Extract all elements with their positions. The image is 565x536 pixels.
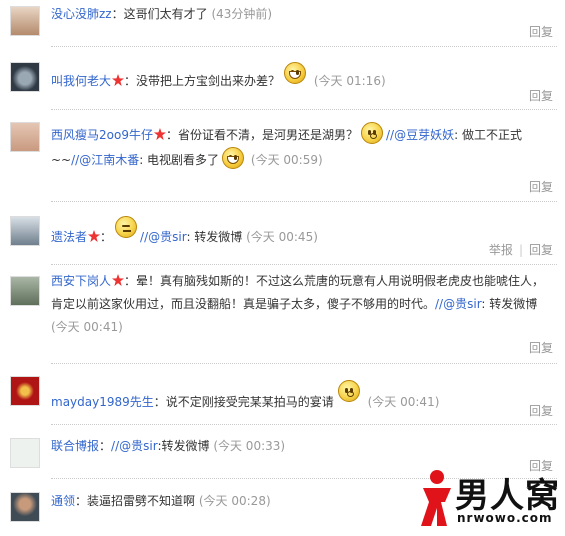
reply-button[interactable]: 回复	[529, 243, 553, 257]
username[interactable]: 通领	[51, 494, 75, 508]
username[interactable]: 西安下岗人	[51, 274, 111, 288]
divider	[51, 363, 557, 364]
avatar[interactable]	[10, 492, 40, 522]
timestamp: (今天 00:45)	[246, 230, 318, 244]
reply-button[interactable]: 回复	[529, 341, 553, 355]
username[interactable]: 叫我何老大	[51, 74, 111, 88]
logo-figure-icon	[421, 470, 451, 526]
vip-badge-icon	[112, 74, 125, 86]
mention-link[interactable]: //@豆芽妖妖	[386, 128, 454, 142]
avatar[interactable]	[10, 438, 40, 468]
timestamp: (43分钟前)	[211, 7, 273, 21]
username[interactable]: 遗法者	[51, 230, 87, 244]
vip-badge-icon	[153, 128, 166, 140]
avatar[interactable]	[10, 216, 40, 246]
report-button[interactable]: 举报	[489, 243, 513, 257]
divider	[51, 46, 557, 47]
comment-text: :转发微博	[157, 439, 210, 453]
watermark-logo: 男人窝 nrwowo.com	[417, 466, 560, 530]
timestamp: (今天 00:59)	[250, 153, 323, 167]
mention-link[interactable]: //@贵sir	[435, 297, 481, 311]
grin-emoticon-icon	[222, 147, 245, 169]
doubt-emoticon-icon	[361, 122, 383, 144]
avatar[interactable]	[10, 122, 40, 152]
avatar[interactable]	[10, 62, 40, 92]
doubt-emoticon-icon	[337, 380, 360, 402]
timestamp: (今天 00:28)	[198, 494, 271, 508]
mention-link[interactable]: //@贵sir	[140, 230, 186, 244]
avatar[interactable]	[10, 376, 40, 406]
username[interactable]: 没心没肺zz	[51, 7, 112, 21]
divider	[51, 424, 557, 425]
divider	[51, 109, 557, 110]
timestamp: (今天 00:33)	[213, 439, 286, 453]
avatar[interactable]	[10, 276, 40, 306]
comment-text: : 转发微博	[186, 230, 243, 244]
vip-badge-icon	[112, 274, 125, 286]
vip-badge-icon	[88, 230, 101, 242]
smug-emoticon-icon	[115, 216, 138, 238]
logo-url-text: nrwowo.com	[457, 511, 553, 525]
logo-brand-text: 男人窝	[455, 476, 560, 516]
divider	[51, 201, 557, 202]
reply-button[interactable]: 回复	[529, 180, 553, 194]
username[interactable]: 联合博报	[51, 439, 99, 453]
username[interactable]: 西风瘦马2oo9牛仔	[51, 128, 153, 142]
timestamp: (今天 01:16)	[313, 74, 386, 88]
comment-text: 装逼招雷劈不知道啊	[87, 494, 196, 508]
grin-emoticon-icon	[284, 62, 307, 84]
comment-text: 说不定刚接受完某某拍马的宴请	[165, 395, 334, 409]
reply-button[interactable]: 回复	[529, 404, 553, 418]
comment-text: 这哥们太有才了	[123, 7, 208, 21]
reply-button[interactable]: 回复	[529, 89, 553, 103]
comment-text: 省份证看不清，是河男还是湖男？	[177, 128, 358, 142]
mention-link[interactable]: //@江南木番	[71, 153, 139, 167]
divider	[51, 264, 557, 265]
mention-link[interactable]: //@贵sir	[111, 439, 157, 453]
avatar[interactable]	[10, 6, 40, 36]
username[interactable]: mayday1989先生	[51, 395, 154, 409]
comment-text: 没带把上方宝剑出来办差？	[136, 74, 281, 88]
timestamp: (今天 00:41)	[367, 395, 440, 409]
reply-button[interactable]: 回复	[529, 25, 553, 39]
timestamp: (今天	[51, 320, 80, 334]
